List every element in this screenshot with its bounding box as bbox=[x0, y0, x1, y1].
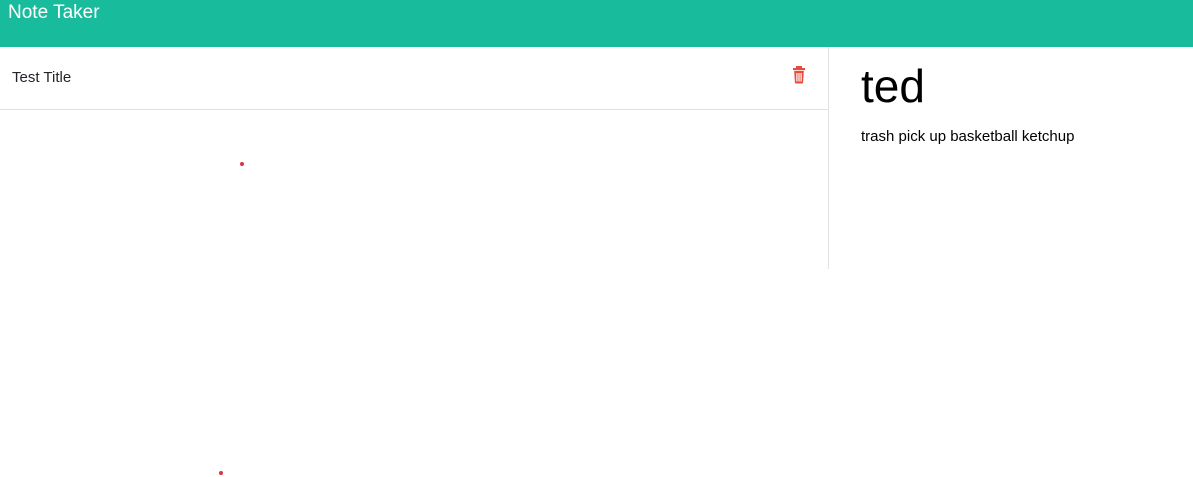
note-list-item[interactable]: Test Title bbox=[0, 47, 828, 110]
notes-list-panel: Test Title bbox=[0, 47, 829, 269]
navbar: Note Taker bbox=[0, 0, 1193, 47]
red-dot-marker bbox=[219, 471, 223, 475]
note-detail-panel: ted trash pick up basketball ketchup bbox=[829, 47, 1193, 269]
trash-icon[interactable] bbox=[791, 65, 811, 85]
note-text-area[interactable]: trash pick up basketball ketchup bbox=[861, 128, 1074, 146]
note-title-input[interactable]: ted bbox=[861, 59, 925, 113]
note-list-item-title[interactable]: Test Title bbox=[12, 69, 71, 87]
red-dot-marker bbox=[240, 162, 244, 166]
app-title[interactable]: Note Taker bbox=[8, 1, 100, 25]
